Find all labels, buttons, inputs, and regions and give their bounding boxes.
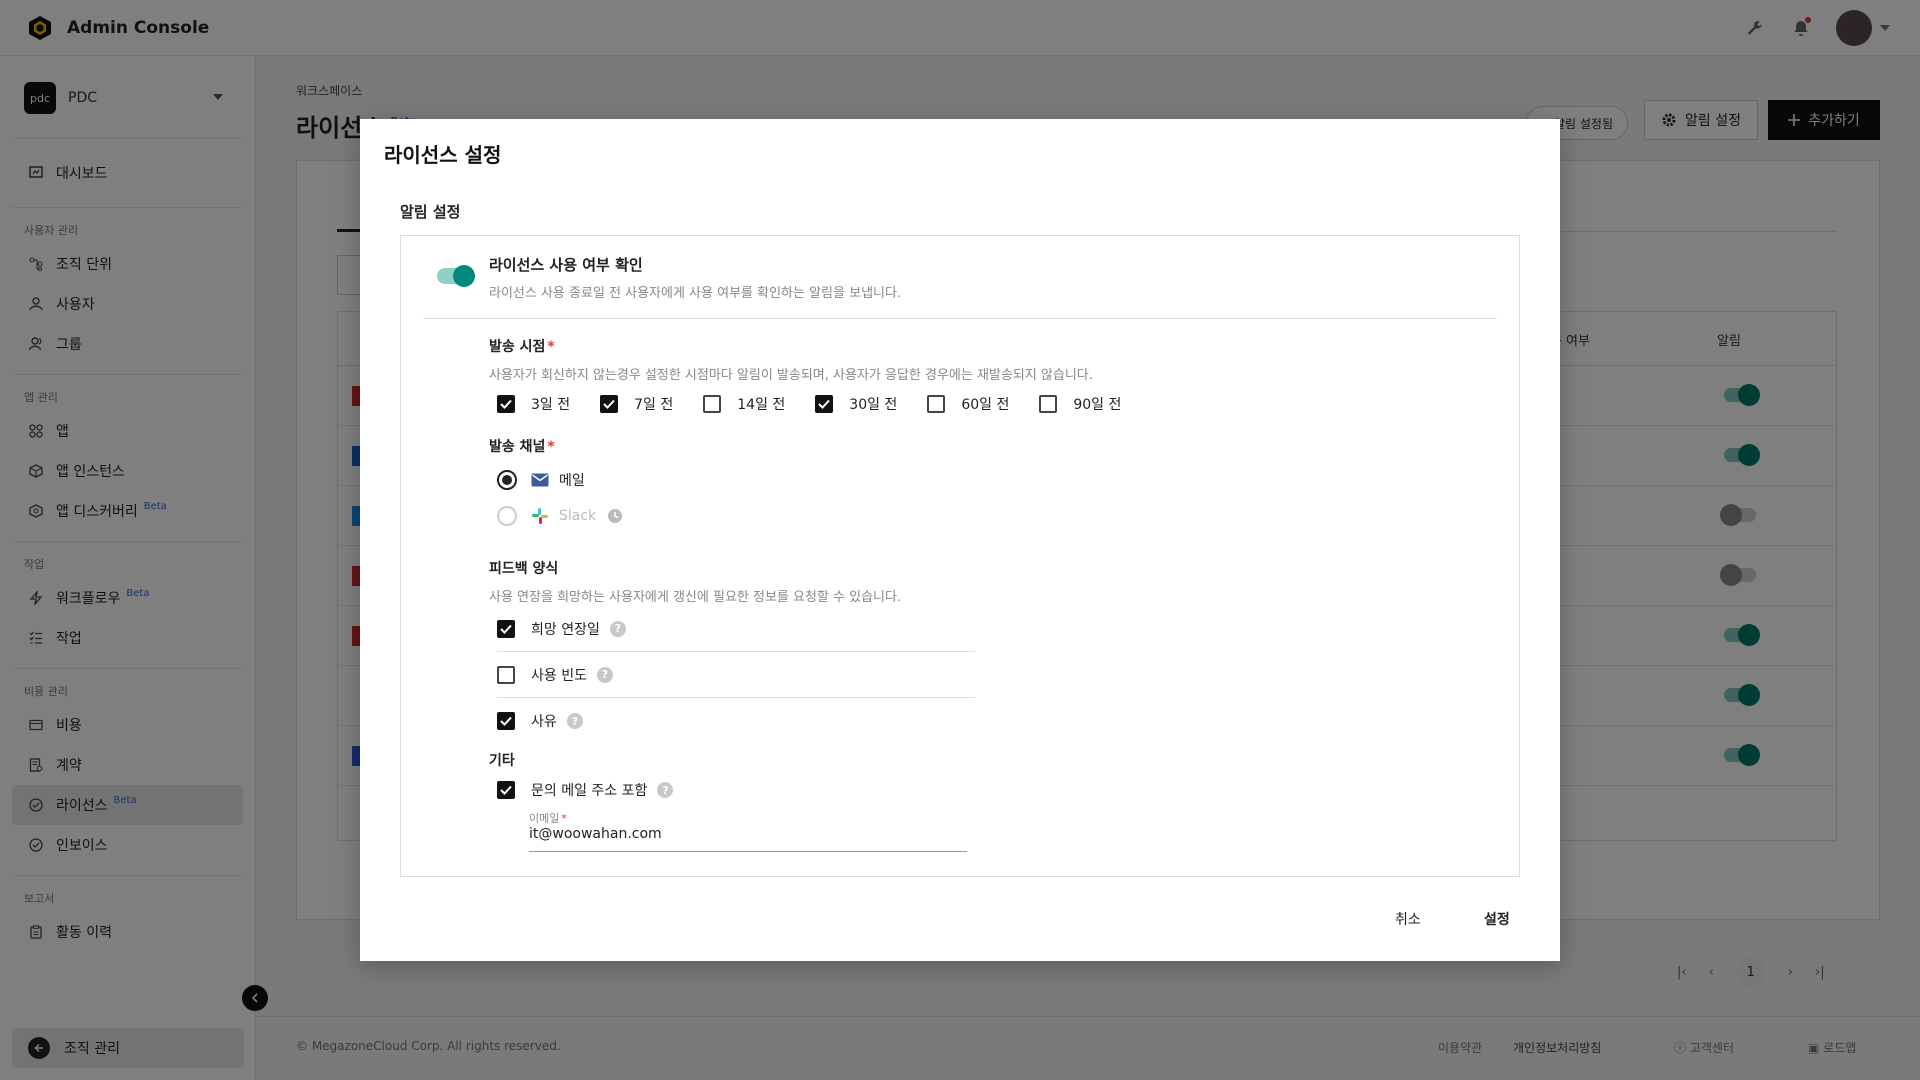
channel-label: 발송 채널 * — [489, 439, 555, 455]
timing-option[interactable]: 3일 전 — [497, 394, 570, 414]
clock-icon — [606, 507, 624, 525]
notify-option-panel: 라이선스 사용 여부 확인 라이선스 사용 종료일 전 사용자에게 사용 여부를… — [400, 235, 1520, 877]
license-settings-dialog: 라이선스 설정 알림 설정 라이선스 사용 여부 확인 라이선스 사용 종료일 … — [360, 119, 1560, 961]
timing-checkbox[interactable] — [600, 395, 619, 413]
timing-hint: 사용자가 회신하지 않는경우 설정한 시점마다 알림이 발송되며, 사용자가 응… — [489, 368, 1093, 383]
timing-checkbox[interactable] — [927, 395, 946, 413]
mail-icon — [531, 471, 549, 489]
feedback-checkbox[interactable] — [497, 712, 515, 730]
usage-check-toggle[interactable] — [437, 265, 475, 287]
timing-option[interactable]: 14일 전 — [703, 394, 785, 414]
feedback-option[interactable]: 희망 연장일? — [497, 606, 975, 652]
feedback-option[interactable]: 사유? — [497, 698, 975, 744]
timing-option[interactable]: 90일 전 — [1039, 394, 1121, 414]
timing-checkbox[interactable] — [1039, 395, 1058, 413]
timing-label: 발송 시점 * — [489, 339, 555, 355]
feedback-option[interactable]: 사용 빈도? — [497, 652, 975, 698]
confirm-button[interactable]: 설정 — [1484, 909, 1510, 929]
option-title: 라이선스 사용 여부 확인 — [489, 256, 643, 274]
email-radio[interactable] — [497, 470, 517, 490]
channel-email-option[interactable]: 메일 — [497, 470, 585, 490]
feedback-label: 피드백 양식 — [489, 561, 559, 577]
help-icon[interactable]: ? — [596, 666, 613, 683]
help-icon[interactable]: ? — [657, 782, 674, 798]
email-field-label: 이메일 * — [529, 812, 567, 825]
feedback-hint: 사용 연장을 희망하는 사용자에게 갱신에 필요한 정보를 요청할 수 있습니다… — [489, 590, 902, 605]
timing-options: 3일 전 7일 전 14일 전 30일 전 60일 전 90일 전 — [497, 394, 1151, 414]
include-email-option[interactable]: 문의 메일 주소 포함 ? — [497, 767, 975, 813]
help-icon[interactable]: ? — [566, 713, 583, 729]
section-title: 알림 설정 — [400, 203, 461, 221]
feedback-checkbox[interactable] — [497, 619, 515, 638]
option-description: 라이선스 사용 종료일 전 사용자에게 사용 여부를 확인하는 알림을 보냅니다… — [489, 286, 902, 301]
timing-option[interactable]: 7일 전 — [600, 394, 673, 414]
timing-option[interactable]: 60일 전 — [927, 394, 1009, 414]
timing-option[interactable]: 30일 전 — [815, 394, 897, 414]
email-field[interactable]: it@woowahan.com — [529, 826, 967, 852]
help-icon[interactable]: ? — [609, 620, 626, 637]
include-email-checkbox[interactable] — [497, 781, 515, 799]
timing-checkbox[interactable] — [497, 395, 515, 413]
timing-checkbox[interactable] — [703, 395, 722, 413]
channel-slack-option: Slack — [497, 506, 624, 526]
divider — [423, 318, 1497, 319]
slack-icon — [531, 507, 549, 525]
feedback-checkbox[interactable] — [497, 665, 515, 684]
cancel-button[interactable]: 취소 — [1395, 909, 1421, 929]
timing-checkbox[interactable] — [815, 395, 834, 413]
dialog-title: 라이선스 설정 — [384, 143, 502, 167]
slack-radio — [497, 506, 517, 526]
